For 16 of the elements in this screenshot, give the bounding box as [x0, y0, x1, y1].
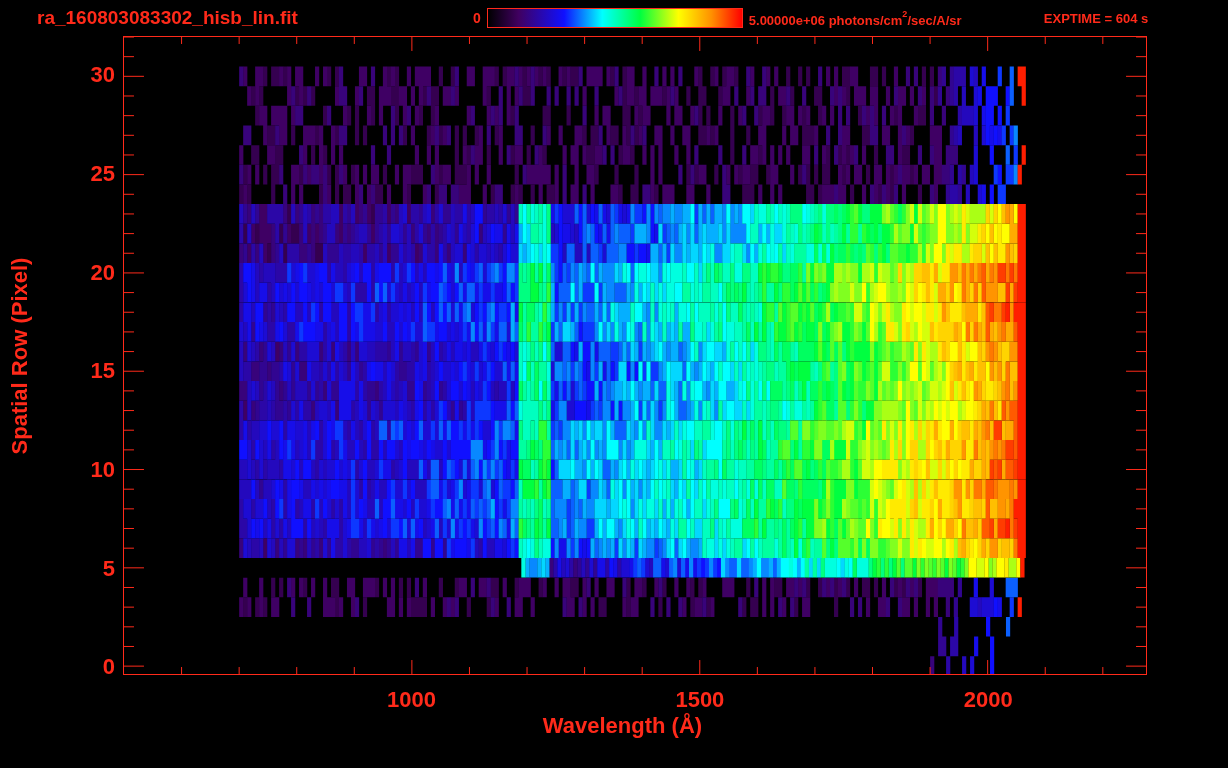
y-axis-label: Spatial Row (Pixel)	[7, 257, 33, 454]
x-axis-label: Wavelength (Å)	[542, 713, 703, 738]
y-tick-label: 10	[90, 456, 115, 483]
y-tick-label: 25	[90, 161, 115, 188]
y-tick-label: 30	[90, 62, 115, 89]
exposure-time: EXPTIME = 604 s	[1043, 10, 1149, 26]
y-tick-label: 15	[90, 358, 115, 385]
colorbar-max-label: 5.00000e+06 photons/cm$^{2}$/sec/A/sr	[748, 8, 963, 28]
y-tick-label: 0	[102, 654, 115, 681]
colorbar-min-label: 0	[473, 10, 481, 26]
file-name: ra_160803083302_hisb_lin.fit	[37, 7, 299, 29]
y-tick-label: 20	[90, 259, 115, 286]
y-tick-label: 5	[102, 555, 115, 582]
x-tick-label: 1500	[675, 687, 725, 713]
x-tick-label: 1000	[386, 687, 436, 713]
x-tick-label: 2000	[963, 687, 1013, 713]
